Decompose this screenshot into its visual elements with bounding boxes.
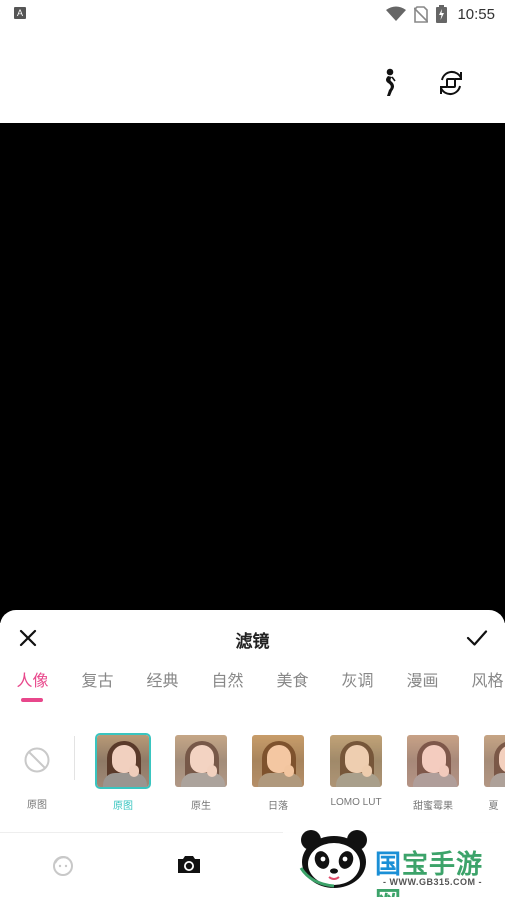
top-toolbar <box>0 28 505 123</box>
tab-category[interactable]: 复古 <box>65 670 130 710</box>
wifi-icon <box>386 6 407 21</box>
filter-thumbnail[interactable]: 日落 <box>250 733 306 812</box>
camera-preview[interactable] <box>0 123 505 623</box>
filter-label: 夏 <box>488 801 499 812</box>
tab-category[interactable]: 风格 <box>455 670 505 710</box>
tab-category[interactable]: 美食 <box>260 670 325 710</box>
watermark-title-accent: 国 <box>375 850 403 880</box>
no-filter-label: 原图 <box>27 800 47 811</box>
checkmark-icon <box>466 630 488 646</box>
filter-label: LOMO LUT <box>330 797 382 808</box>
filter-category-tabs: 人像 复古 经典 自然 美食 灰调 漫画 风格 <box>0 670 505 710</box>
divider <box>74 736 75 780</box>
body-shape-icon <box>386 68 396 96</box>
beauty-button[interactable] <box>50 853 76 877</box>
filter-preview-image <box>405 733 461 789</box>
camera-button[interactable] <box>176 853 202 877</box>
sheet-header: 滤镜 <box>0 610 505 666</box>
sheet-title: 滤镜 <box>235 632 270 651</box>
filter-thumbnail[interactable]: 夏 <box>482 733 505 812</box>
tab-category[interactable]: 自然 <box>195 670 260 710</box>
filter-preview-image <box>250 733 306 789</box>
filter-list: 原图 原图 原生 日落 LOMO LUT 甜蜜霉果 夏 <box>0 733 505 815</box>
tab-category[interactable]: 漫画 <box>390 670 455 710</box>
status-bar: A 10:55 <box>0 0 505 28</box>
filter-thumbnail[interactable]: 甜蜜霉果 <box>405 733 461 812</box>
watermark-title: 国宝手游网 <box>375 844 505 897</box>
battery-charging-icon <box>436 5 448 23</box>
face-beauty-icon <box>53 856 73 876</box>
tab-category[interactable]: 灰调 <box>325 670 390 710</box>
filter-label: 原生 <box>191 801 211 812</box>
flip-camera-button[interactable] <box>434 66 468 100</box>
watermark-logo: 国宝手游网 - WWW.GB315.COM - <box>283 814 505 897</box>
no-filter-option[interactable]: 原图 <box>14 733 60 811</box>
filter-thumbnail[interactable]: 原生 <box>173 733 229 812</box>
filter-preview-image <box>95 733 151 789</box>
filter-label: 原图 <box>113 801 133 812</box>
filter-label: 日落 <box>268 801 288 812</box>
status-icons: 10:55 <box>386 3 495 25</box>
filter-thumbnail[interactable]: 原图 <box>95 733 151 812</box>
panda-logo-icon <box>299 830 367 888</box>
watermark-url: - WWW.GB315.COM - <box>383 877 482 887</box>
flip-camera-icon <box>440 70 462 96</box>
confirm-button[interactable] <box>465 626 489 650</box>
no-sim-icon <box>414 5 429 23</box>
tab-category[interactable]: 经典 <box>130 670 195 710</box>
app-notification-icon: A <box>14 7 26 19</box>
filter-preview-image <box>482 733 505 789</box>
filter-preview-image <box>328 733 384 789</box>
camera-icon <box>178 856 200 873</box>
filter-preview-image <box>173 733 229 789</box>
body-shape-button[interactable] <box>373 66 407 100</box>
status-time: 10:55 <box>457 5 495 23</box>
tab-category[interactable]: 人像 <box>0 670 65 710</box>
no-filter-icon <box>24 747 50 773</box>
filter-label: 甜蜜霉果 <box>413 801 453 812</box>
filter-thumbnail[interactable]: LOMO LUT <box>328 733 384 808</box>
